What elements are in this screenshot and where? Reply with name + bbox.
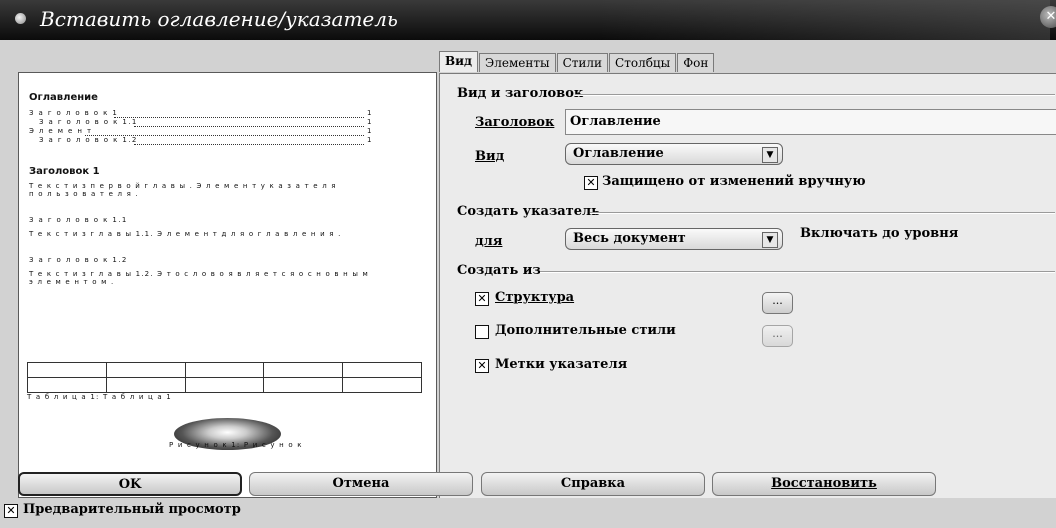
extra-styles-checkbox[interactable] xyxy=(475,325,489,339)
preview-checkbox-label: Предварительный просмотр xyxy=(23,502,241,517)
scope-select[interactable]: Весь документ ▼ xyxy=(565,228,783,250)
dialog-body: Оглавление З а г о л о в о к 1 1 З а г о… xyxy=(0,40,1056,528)
structure-label-text: Структура xyxy=(495,290,575,305)
structure-checkbox[interactable]: ✕ xyxy=(475,292,489,306)
preview-toc-entry: З а г о л о в о к 1.2 xyxy=(39,136,138,144)
preview-table-caption: Т а б л и ц а 1: Т а б л и ц а 1 xyxy=(27,393,172,401)
ok-button[interactable]: OK xyxy=(18,472,242,496)
level-label: Включать до уровня xyxy=(800,226,959,241)
preview-toc-page: 1 xyxy=(367,127,372,135)
structure-label: Структура xyxy=(495,290,574,305)
preview-text: э л е м е н т о м . xyxy=(29,278,115,286)
tab-columns[interactable]: Столбцы xyxy=(609,53,677,72)
preview-heading-1-2: З а г о л о в о к 1.2 xyxy=(29,256,128,264)
group-divider xyxy=(575,94,1055,96)
tab-entries[interactable]: Элементы xyxy=(479,53,556,72)
title-bar: Вставить оглавление/указатель ✕ xyxy=(0,0,1056,40)
preview-text: Т е к с т и з п е р в о й г л а в ы . Э … xyxy=(29,182,337,190)
title-label: Заголовок xyxy=(475,115,554,130)
preview-checkbox[interactable]: ✕ xyxy=(4,504,18,518)
for-label-text: для xyxy=(475,234,503,249)
tab-page-view: Вид и заголовок Заголовок Оглавление Вид… xyxy=(439,73,1056,498)
reset-button-label: Восстановить xyxy=(771,476,877,491)
extra-styles-options-button[interactable]: ... xyxy=(762,325,793,347)
preview-heading-1-1: З а г о л о в о к 1.1 xyxy=(29,216,128,224)
preview-toc-leader xyxy=(114,117,364,118)
preview-heading-1: Заголовок 1 xyxy=(29,166,100,177)
group-type-and-title: Вид и заголовок xyxy=(457,86,584,101)
preview-image-caption: Р и с у н о к 1: Р и с у н о к xyxy=(169,441,303,449)
title-label-text: Заголовок xyxy=(475,115,555,130)
preview-text: Т е к с т и з г л а в ы 1.1. Э л е м е н… xyxy=(29,230,342,238)
protected-label: Защищено от изменений вручную xyxy=(602,174,866,189)
preview-toc-page: 1 xyxy=(367,109,372,117)
close-icon[interactable]: ✕ xyxy=(1040,6,1056,28)
group-divider xyxy=(590,212,1055,214)
protected-checkbox[interactable]: ✕ xyxy=(584,176,598,190)
tab-styles[interactable]: Стили xyxy=(556,53,609,72)
type-label: Вид xyxy=(475,149,504,164)
type-select-value: Оглавление xyxy=(573,146,664,161)
preview-toc-leader xyxy=(134,144,364,145)
tab-view[interactable]: Вид xyxy=(439,51,479,72)
preview-toc-page: 1 xyxy=(367,118,372,126)
index-marks-checkbox[interactable]: ✕ xyxy=(475,359,489,373)
window-title: Вставить оглавление/указатель xyxy=(40,7,398,31)
title-input[interactable]: Оглавление xyxy=(565,109,1056,135)
preview-toc-page: 1 xyxy=(367,136,372,144)
preview-table xyxy=(27,362,422,393)
extra-styles-label: Дополнительные стили xyxy=(495,323,676,338)
preview-text: Т е к с т и з г л а в ы 1.2. Э т о с л о… xyxy=(29,270,369,278)
chevron-down-icon[interactable]: ▼ xyxy=(762,147,778,163)
reset-button[interactable]: Восстановить xyxy=(712,472,936,496)
tab-background[interactable]: Фон xyxy=(677,53,715,72)
scope-select-value: Весь документ xyxy=(573,231,686,246)
preview-text: п о л ь з о в а т е л я . xyxy=(29,190,139,198)
preview-toc-entry: З а г о л о в о к 1 xyxy=(29,109,119,117)
chevron-down-icon[interactable]: ▼ xyxy=(762,232,778,248)
tab-bar: Вид Элементы Стили Столбцы Фон xyxy=(439,51,715,73)
structure-options-button[interactable]: ... xyxy=(762,292,793,314)
index-marks-label: Метки указателя xyxy=(495,357,628,372)
preview-pane: Оглавление З а г о л о в о к 1 1 З а г о… xyxy=(18,72,437,498)
preview-toc-entry: З а г о л о в о к 1.1 xyxy=(39,118,138,126)
preview-toc-title: Оглавление xyxy=(29,92,98,103)
cancel-button[interactable]: Отмена xyxy=(249,472,473,496)
preview-toc-entry: Э л е м е н т xyxy=(29,127,93,135)
type-select[interactable]: Оглавление ▼ xyxy=(565,143,783,165)
group-create-from: Создать из xyxy=(457,263,541,278)
help-button[interactable]: Справка xyxy=(481,472,705,496)
title-bar-decoration xyxy=(600,0,1050,40)
type-label-text: Вид xyxy=(475,149,505,164)
group-create-index: Создать указатель xyxy=(457,204,600,219)
group-divider xyxy=(540,271,1055,273)
for-label: для xyxy=(475,234,502,249)
preview-toc-leader xyxy=(134,126,364,127)
window-menu-icon[interactable] xyxy=(15,13,26,24)
